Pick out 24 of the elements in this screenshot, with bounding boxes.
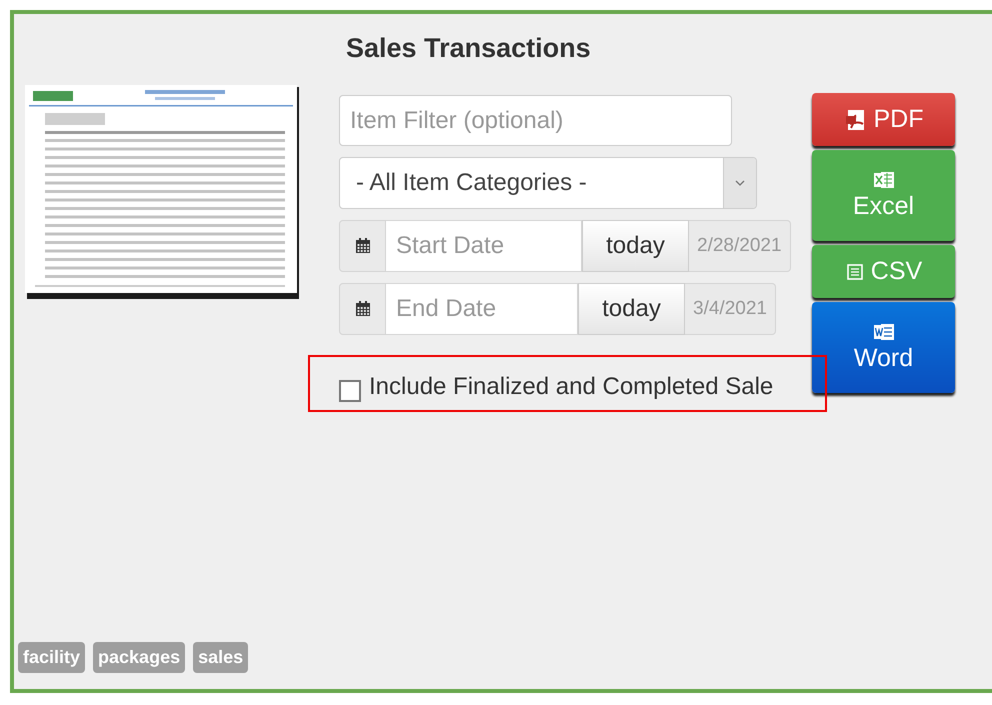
- tag-label[interactable]: facility: [18, 642, 86, 673]
- today-button[interactable]: today: [578, 283, 685, 335]
- spreadsheet-icon: [872, 170, 896, 190]
- pdf-export-button[interactable]: PDF: [812, 93, 955, 146]
- tag-label[interactable]: packages: [93, 642, 186, 673]
- today-button[interactable]: today: [582, 220, 689, 272]
- item-filter-field[interactable]: Item Filter (optional): [339, 95, 732, 146]
- table-icon: [844, 262, 865, 282]
- calendar-icon[interactable]: [339, 220, 386, 272]
- tag-label[interactable]: sales: [193, 642, 248, 673]
- word-export-button[interactable]: Word: [812, 302, 955, 393]
- checkbox[interactable]: [339, 380, 361, 402]
- checkbox-label[interactable]: Include Finalized and Completed Sale: [369, 373, 774, 401]
- document-icon: [872, 322, 896, 342]
- date-field[interactable]: Start Date: [386, 220, 582, 272]
- date-hint: 3/4/2021: [685, 283, 776, 335]
- csv-export-button[interactable]: CSV: [812, 245, 955, 298]
- chevron-down-icon: [735, 180, 745, 186]
- date-field[interactable]: End Date: [386, 283, 578, 335]
- category-select[interactable]: - All Item Categories -: [339, 157, 757, 209]
- date-hint: 2/28/2021: [689, 220, 791, 272]
- excel-export-button[interactable]: Excel: [812, 150, 955, 241]
- calendar-icon[interactable]: [339, 283, 386, 335]
- page-title: Sales Transactions: [346, 32, 592, 65]
